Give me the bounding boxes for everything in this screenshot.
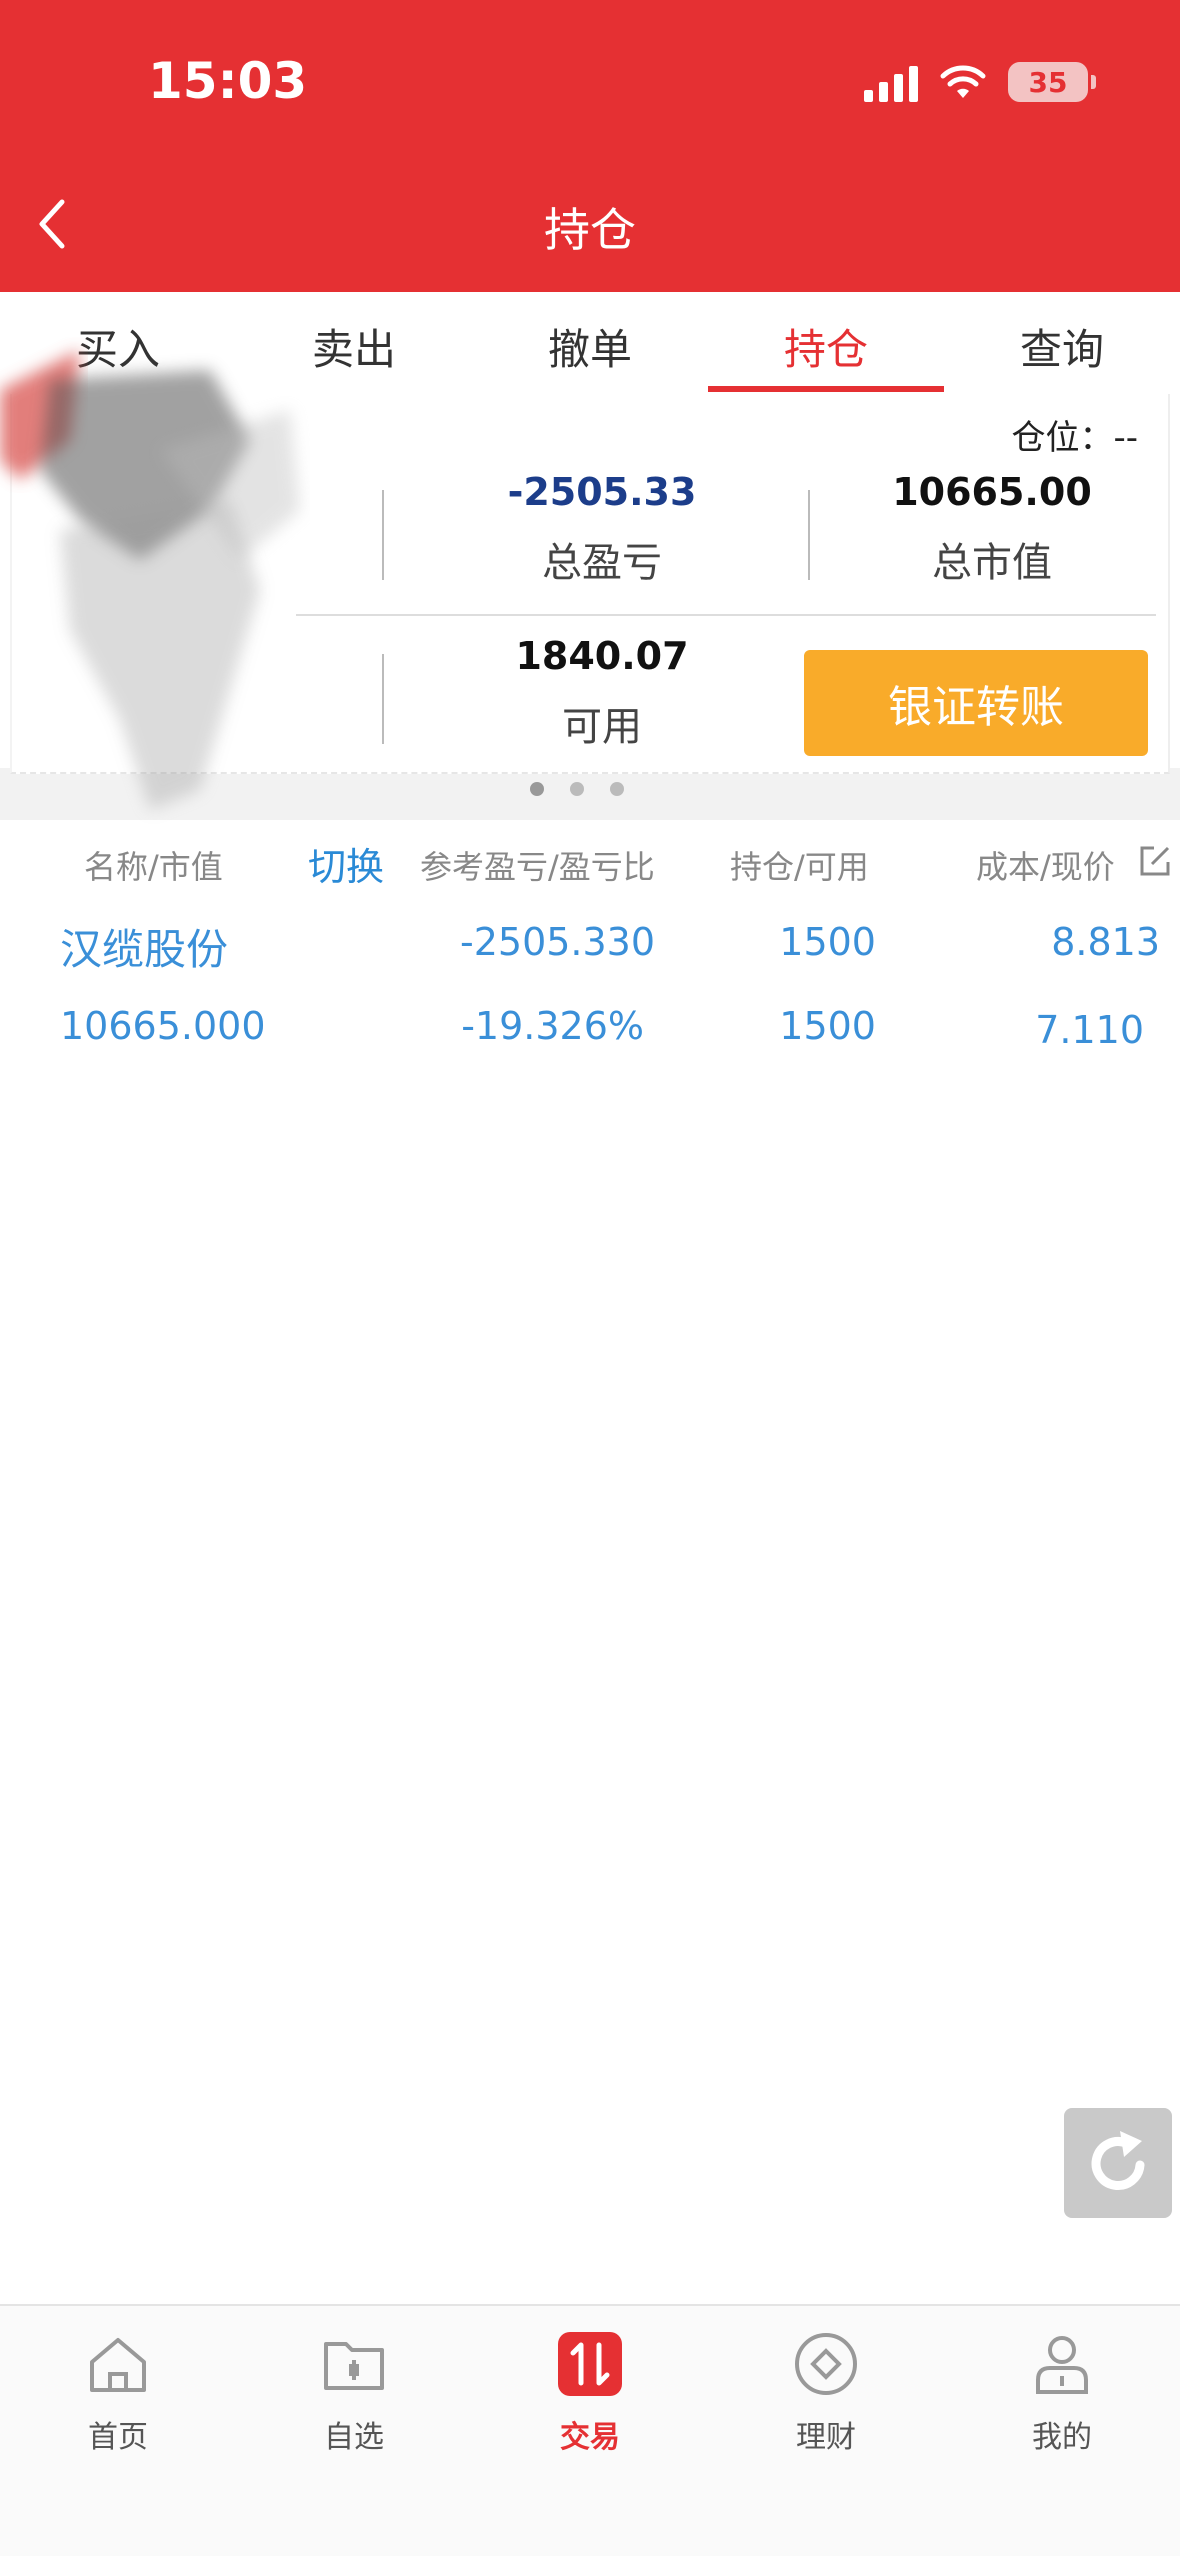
nav-profile[interactable]: 我的 (944, 2330, 1180, 2456)
nav-home-label: 首页 (88, 2420, 148, 2455)
battery-icon: 35 (1008, 62, 1096, 102)
table-row-secondary[interactable]: 10665.000 -19.326% 1500 7.110 (0, 1000, 1180, 1080)
tab-cancel-order[interactable]: 撤单 (472, 292, 708, 392)
header-name-marketvalue: 名称/市值 (84, 848, 223, 886)
trade-tabs: 买入 卖出 撤单 持仓 查询 (0, 292, 1180, 392)
current-price: 7.110 (1035, 1008, 1144, 1052)
finance-icon (795, 2333, 857, 2395)
user-icon (1036, 2336, 1088, 2394)
pnl-value: -2505.330 (460, 920, 656, 964)
available-label: 可用 (562, 704, 642, 750)
total-pnl-stat: -2505.33 总盈亏 (422, 470, 782, 588)
page-title: 持仓 (544, 203, 636, 257)
summary-card: 仓位：-- -2505.33 总盈亏 10665.00 总市值 1840.07 … (10, 394, 1170, 774)
header-hold-available: 持仓/可用 (730, 848, 869, 886)
bank-securities-transfer-button[interactable]: 银证转账 (804, 650, 1148, 756)
total-pnl-value: -2505.33 (507, 470, 697, 514)
page-dot-active (530, 782, 544, 796)
hold-quantity: 1500 (779, 920, 876, 964)
nav-trade-label: 交易 (560, 2420, 620, 2455)
edit-icon[interactable] (1138, 844, 1172, 878)
nav-trade[interactable]: 交易 (472, 2330, 708, 2456)
market-value-label: 总市值 (932, 540, 1052, 586)
tab-sell[interactable]: 卖出 (236, 292, 472, 392)
available-quantity: 1500 (779, 1004, 876, 1048)
market-value-stat: 10665.00 总市值 (822, 470, 1162, 588)
nav-watchlist-label: 自选 (324, 2420, 384, 2455)
tab-positions[interactable]: 持仓 (708, 292, 944, 392)
cost-price: 8.813 (1051, 920, 1160, 964)
page-indicator (530, 782, 624, 796)
divider (808, 490, 810, 580)
status-time: 15:03 (148, 52, 308, 110)
stock-name: 汉缆股份 (60, 925, 229, 974)
divider (382, 490, 384, 580)
nav-profile-label: 我的 (1032, 2420, 1092, 2455)
status-icons: 35 (864, 62, 1096, 102)
nav-finance[interactable]: 理财 (708, 2330, 944, 2456)
nav-finance-label: 理财 (796, 2420, 856, 2455)
positions-table-header: 名称/市值 切换 参考盈亏/盈亏比 持仓/可用 成本/现价 (0, 836, 1180, 896)
folder-icon (324, 2342, 384, 2390)
divider (296, 614, 1156, 616)
refresh-button[interactable] (1064, 2108, 1172, 2218)
tab-buy[interactable]: 买入 (0, 292, 236, 392)
cellular-signal-icon (864, 62, 918, 102)
switch-view-button[interactable]: 切换 (308, 836, 384, 891)
stock-market-value: 10665.000 (60, 1004, 266, 1048)
wifi-icon (940, 65, 986, 98)
available-value: 1840.07 (515, 634, 689, 678)
table-row[interactable]: 汉缆股份 -2505.330 1500 8.813 (0, 916, 1180, 996)
position-ratio-label: 仓位：-- (1011, 418, 1138, 458)
divider (382, 654, 384, 744)
home-icon (90, 2338, 146, 2392)
page-dot (610, 782, 624, 796)
market-value-value: 10665.00 (892, 470, 1092, 514)
app-header: 15:03 35 持仓 (0, 0, 1180, 292)
total-pnl-label: 总盈亏 (542, 540, 662, 586)
available-stat: 1840.07 可用 (422, 634, 782, 752)
bottom-navigation: 首页 自选 交易 理财 我的 (0, 2304, 1180, 2556)
page-dot (570, 782, 584, 796)
nav-watchlist[interactable]: 自选 (236, 2330, 472, 2456)
nav-home[interactable]: 首页 (0, 2330, 236, 2456)
tab-query[interactable]: 查询 (944, 292, 1180, 392)
pnl-ratio: -19.326% (461, 1004, 644, 1048)
refresh-icon (1091, 2131, 1145, 2190)
header-pnl: 参考盈亏/盈亏比 (420, 848, 655, 886)
header-cost-price: 成本/现价 (976, 848, 1115, 886)
trade-icon (558, 2332, 622, 2396)
